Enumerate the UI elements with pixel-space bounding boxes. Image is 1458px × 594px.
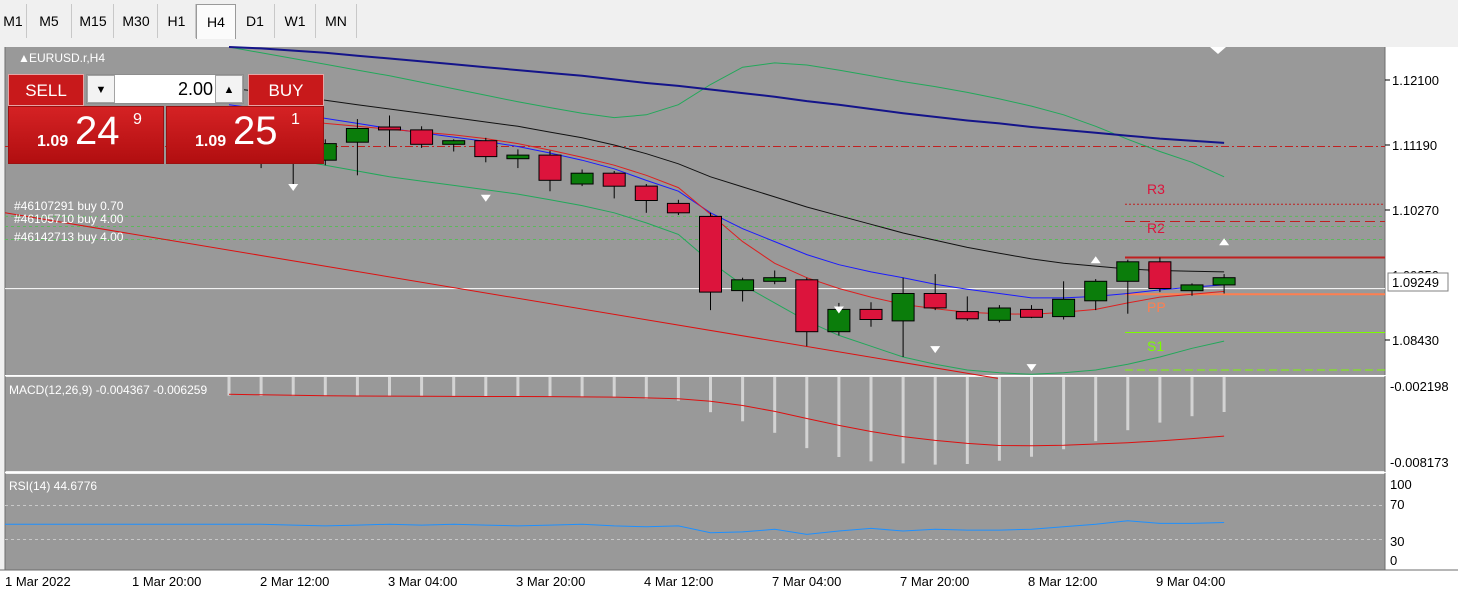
buy-price-prefix: 1.09	[195, 133, 227, 150]
macd-label: MACD(12,26,9) -0.004367 -0.006259	[9, 383, 207, 397]
pivot-label-pp: PP	[1147, 299, 1166, 315]
bull-candle	[987, 307, 1011, 321]
time-axis-label: 2 Mar 12:00	[260, 574, 329, 589]
bear-candle	[378, 126, 401, 131]
timeframe-w1[interactable]: W1	[275, 4, 316, 38]
current-price-label: 1.09249	[1392, 275, 1439, 290]
price-axis-label: 1.11190	[1392, 138, 1437, 153]
time-axis-label: 4 Mar 12:00	[644, 574, 713, 589]
lot-size-control: ▼ ▲	[86, 74, 244, 104]
sell-price-fraction: 9	[133, 111, 142, 128]
pivot-label-s1: S1	[1147, 338, 1164, 354]
timeframe-toolbar: M1 M5 M15 M30 H1 H4 D1 W1 MN	[0, 0, 1458, 45]
lot-increase-icon[interactable]: ▲	[215, 75, 243, 103]
macd-pane	[5, 377, 1385, 471]
time-axis-bg	[0, 570, 1458, 594]
timeframe-m30[interactable]: M30	[115, 4, 158, 38]
bull-candle	[1084, 280, 1108, 302]
timeframe-mn[interactable]: MN	[316, 4, 357, 38]
rsi-axis-label: 30	[1390, 534, 1404, 549]
price-axis-label: 1.12100	[1392, 73, 1439, 88]
bear-candle	[602, 172, 626, 187]
sell-price-pips: 24	[75, 109, 120, 153]
price-axis-label: 1.10270	[1392, 203, 1439, 218]
rsi-label: RSI(14) 44.6776	[9, 479, 97, 493]
time-axis-label: 7 Mar 04:00	[772, 574, 841, 589]
bear-candle	[955, 311, 979, 320]
time-axis-label: 9 Mar 04:00	[1156, 574, 1225, 589]
order-label: #46107291 buy 0.70	[14, 199, 124, 213]
bull-candle	[1180, 284, 1204, 292]
bull-candle	[891, 293, 915, 322]
bull-candle	[442, 140, 466, 145]
time-axis-label: 3 Mar 20:00	[516, 574, 585, 589]
sell-button[interactable]: SELL	[8, 74, 84, 106]
bear-candle	[795, 279, 819, 333]
time-axis-label: 3 Mar 04:00	[388, 574, 457, 589]
order-label: #46142713 buy 4.00	[14, 230, 124, 244]
sell-price-button[interactable]: 1.09 24 9	[8, 106, 164, 164]
bull-candle	[506, 154, 530, 160]
buy-price-pips: 25	[233, 109, 278, 153]
bear-candle	[538, 154, 562, 181]
macd-axis-label: -0.008173	[1390, 455, 1449, 470]
bull-candle	[731, 279, 755, 292]
order-label: #46105710 buy 4.00	[14, 212, 124, 226]
rsi-pane	[5, 474, 1385, 570]
buy-price-fraction: 1	[291, 111, 300, 128]
timeframe-m5[interactable]: M5	[27, 4, 72, 38]
rsi-axis-label: 70	[1390, 497, 1404, 512]
bear-candle	[634, 185, 658, 202]
buy-price-button[interactable]: 1.09 25 1	[166, 106, 324, 164]
sell-price-prefix: 1.09	[37, 133, 69, 150]
one-click-trading-panel: SELL ▼ ▲ BUY 1.09 24 9 1.09 25 1	[8, 74, 324, 164]
timeframe-m1[interactable]: M1	[0, 4, 27, 38]
macd-axis-label: -0.002198	[1390, 379, 1449, 394]
timeframe-h4[interactable]: H4	[196, 4, 236, 39]
bull-candle	[1052, 298, 1076, 318]
time-axis-label: 1 Mar 20:00	[132, 574, 201, 589]
time-axis-label: 1 Mar 2022	[5, 574, 71, 589]
timeframe-h1[interactable]: H1	[158, 4, 196, 38]
bear-candle	[1020, 308, 1043, 318]
bear-candle	[666, 202, 690, 214]
buy-button[interactable]: BUY	[248, 74, 324, 106]
pivot-label-r2: R2	[1147, 220, 1165, 236]
bear-candle	[859, 308, 883, 320]
bear-candle	[474, 140, 498, 158]
lot-decrease-icon[interactable]: ▼	[87, 75, 115, 103]
bear-candle	[410, 129, 434, 145]
pivot-label-r3: R3	[1147, 181, 1165, 197]
bear-candle	[699, 215, 722, 293]
time-axis-label: 8 Mar 12:00	[1028, 574, 1097, 589]
time-axis-label: 7 Mar 20:00	[900, 574, 969, 589]
bull-candle	[1116, 261, 1140, 282]
rsi-axis-label: 0	[1390, 553, 1397, 568]
bull-candle	[345, 128, 369, 143]
bull-candle	[763, 277, 787, 282]
rsi-axis-label: 100	[1390, 477, 1412, 492]
price-axis-label: 1.08430	[1392, 333, 1439, 348]
timeframe-m15[interactable]: M15	[73, 4, 114, 38]
lot-size-input[interactable]	[117, 75, 213, 103]
timeframe-d1[interactable]: D1	[236, 4, 275, 38]
symbol-label: EURUSD.r,H4	[29, 51, 105, 65]
bull-candle	[1212, 277, 1236, 286]
bull-candle	[570, 172, 594, 185]
bear-candle	[923, 293, 947, 309]
bear-candle	[1148, 261, 1172, 290]
